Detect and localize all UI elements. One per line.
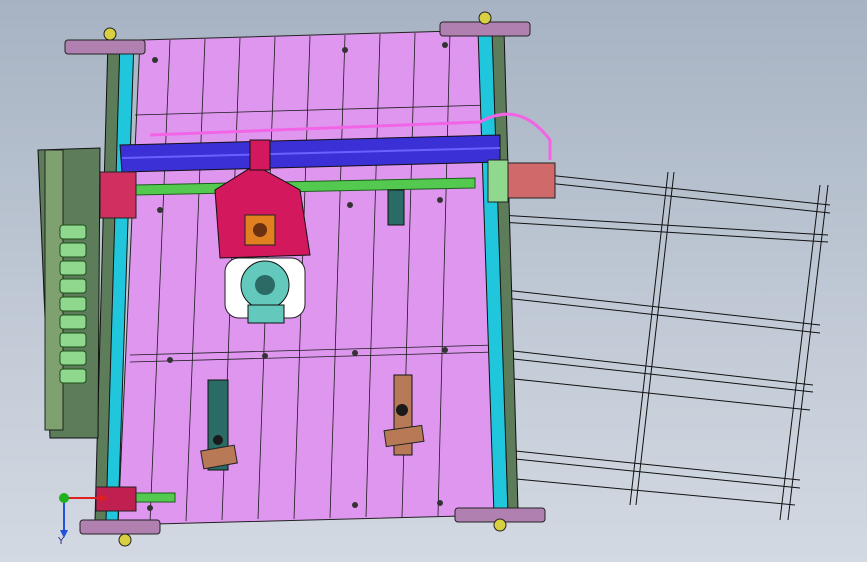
cad-viewport[interactable] (0, 0, 867, 562)
y-axis-label: Y (58, 536, 65, 547)
wireframe-sheet[interactable] (499, 169, 831, 521)
bottom-rod[interactable] (134, 492, 176, 503)
orientation-triad: Y (50, 480, 120, 550)
side-motor[interactable] (487, 159, 556, 203)
fan-assembly[interactable] (224, 257, 306, 324)
cable-chain[interactable] (59, 224, 87, 384)
base-plate[interactable] (117, 29, 501, 526)
slot-bracket-top[interactable] (387, 189, 405, 226)
z-axis-dot (59, 493, 69, 503)
